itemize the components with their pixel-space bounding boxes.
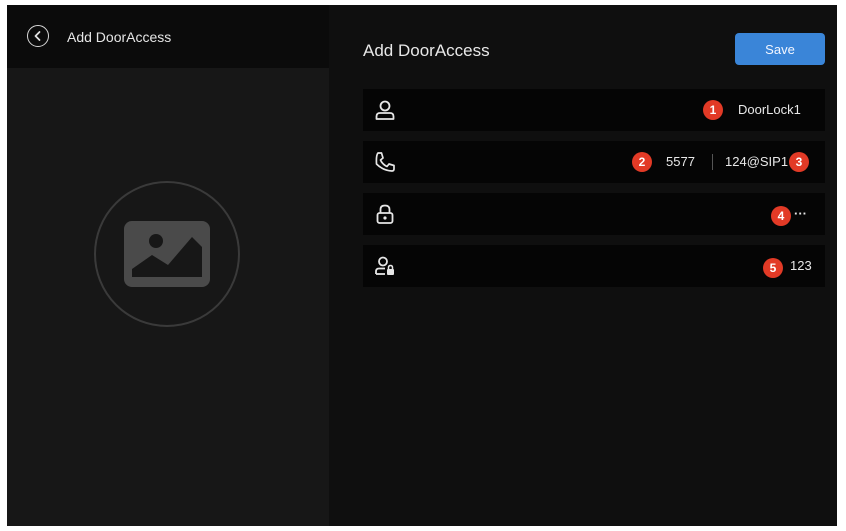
save-button[interactable]: Save xyxy=(735,33,825,65)
callout-marker-4: 4 xyxy=(771,206,791,226)
phone-field[interactable]: 2 5577 124@SIP1 3 xyxy=(363,141,825,183)
name-value: DoorLock1 xyxy=(738,102,801,117)
right-panel: Add DoorAccess Save 1 DoorLock1 2 5577 1… xyxy=(329,5,837,526)
sip-account-selector[interactable]: 124@SIP1 xyxy=(725,141,788,183)
callout-marker-3: 3 xyxy=(789,152,809,172)
password-value: 123 xyxy=(790,258,812,273)
callout-marker-1: 1 xyxy=(703,100,723,120)
more-options-icon[interactable]: ··· xyxy=(794,193,807,235)
user-icon xyxy=(375,100,395,120)
lock-field[interactable]: 4 ··· xyxy=(363,193,825,235)
form-title: Add DoorAccess xyxy=(363,41,490,60)
field-divider xyxy=(712,154,713,170)
avatar-picker[interactable] xyxy=(94,181,240,327)
left-panel: Add DoorAccess xyxy=(7,5,329,526)
name-field[interactable]: 1 DoorLock1 xyxy=(363,89,825,131)
password-field[interactable]: 5 123 xyxy=(363,245,825,287)
image-placeholder-icon xyxy=(124,221,210,287)
lock-icon xyxy=(376,204,394,224)
user-lock-icon xyxy=(375,256,394,275)
callout-marker-2: 2 xyxy=(632,152,652,172)
callout-marker-5: 5 xyxy=(763,258,783,278)
back-button[interactable] xyxy=(27,25,49,47)
left-panel-title: Add DoorAccess xyxy=(67,29,172,45)
phone-number-value: 5577 xyxy=(666,154,695,169)
left-header: Add DoorAccess xyxy=(7,5,329,68)
screen: Add DoorAccess Add DoorAccess Save 1 Doo… xyxy=(7,5,837,526)
chevron-left-icon xyxy=(34,31,41,41)
phone-icon xyxy=(375,152,395,172)
